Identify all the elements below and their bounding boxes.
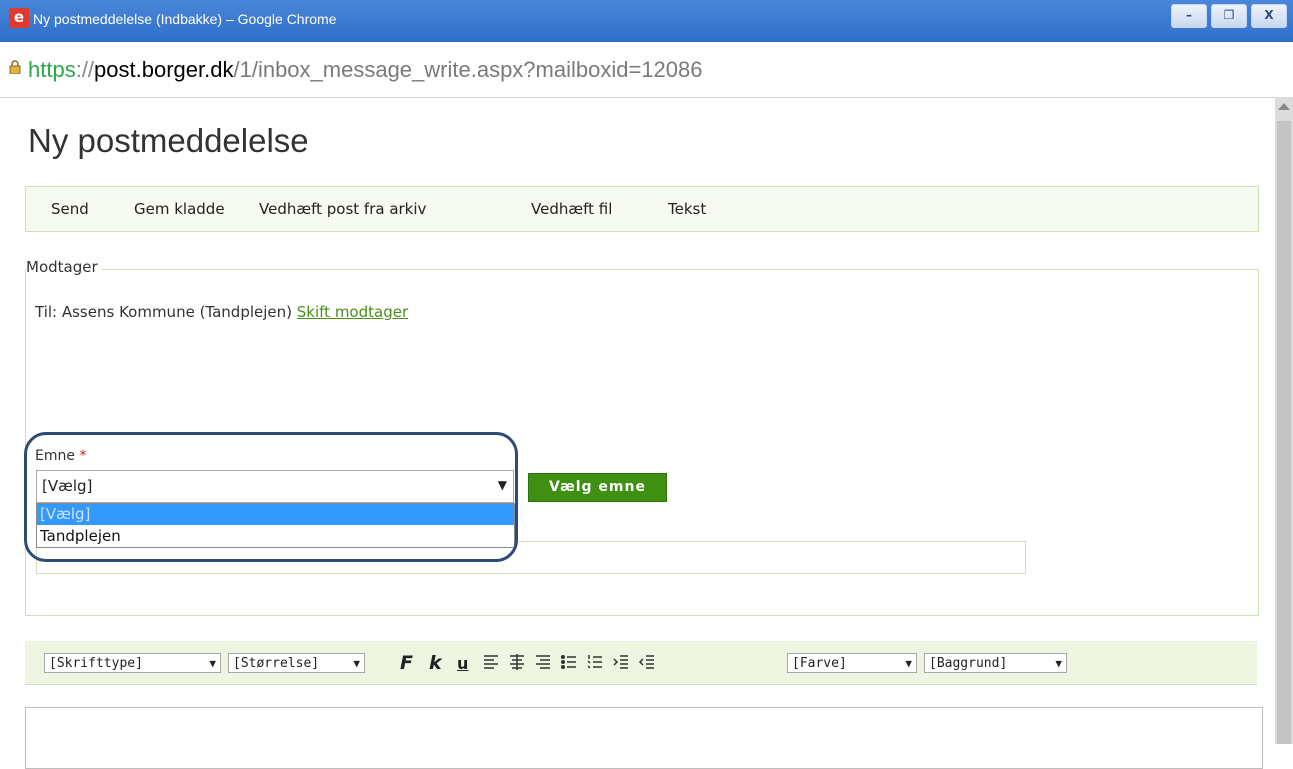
vertical-scrollbar[interactable] (1275, 97, 1293, 744)
underline-button[interactable]: u (457, 654, 468, 673)
send-button[interactable]: Send (51, 200, 89, 218)
align-right-icon (536, 655, 550, 669)
indent-icon (613, 655, 628, 669)
recipient-text: Til: Assens Kommune (Tandplejen) (35, 303, 292, 321)
app-icon: e (9, 8, 29, 28)
message-editor[interactable] (25, 707, 1263, 769)
title-bar: e Ny postmeddelelse (Indbakke) – Google … (0, 0, 1293, 42)
bullet-list-icon (560, 654, 576, 670)
alignment-and-list-icons (484, 654, 654, 670)
scroll-up-icon[interactable] (1278, 103, 1290, 110)
outdent-icon (638, 655, 654, 669)
format-toolbar: [Skrifttype] ▼ [Størrelse] ▼ F k u [Farv… (25, 641, 1257, 685)
attach-file-button[interactable]: Vedhæft fil (531, 200, 612, 218)
page-title: Ny postmeddelelse (28, 122, 309, 159)
url-host: post.borger.dk (94, 57, 234, 82)
bold-button[interactable]: F (400, 652, 413, 674)
color-select-value: [Farve] (792, 656, 847, 671)
lock-icon (9, 60, 21, 74)
background-select-value: [Baggrund] (929, 656, 1008, 671)
minimize-button[interactable]: – (1171, 4, 1207, 28)
chevron-down-icon: ▼ (1055, 657, 1062, 670)
font-select[interactable]: [Skrifttype] ▼ (44, 653, 221, 673)
url-scheme: https (28, 57, 76, 82)
maximize-button[interactable]: ❐ (1211, 4, 1247, 28)
url-text[interactable]: https://post.borger.dk/1/inbox_message_w… (28, 57, 703, 83)
save-draft-button[interactable]: Gem kladde (134, 200, 225, 218)
color-select[interactable]: [Farve] ▼ (787, 653, 917, 673)
highlight-frame (24, 432, 518, 562)
size-select[interactable]: [Størrelse] ▼ (228, 653, 365, 673)
message-toolbar: Send Gem kladde Vedhæft post fra arkiv V… (25, 186, 1259, 232)
chevron-down-icon: ▼ (905, 657, 912, 670)
align-left-icon (484, 655, 498, 669)
chevron-down-icon: ▼ (353, 657, 360, 670)
text-button[interactable]: Tekst (668, 200, 706, 218)
change-recipient-link[interactable]: Skift modtager (297, 303, 408, 321)
chevron-down-icon: ▼ (209, 657, 216, 670)
window-controls: – ❐ X (1171, 4, 1287, 28)
close-button[interactable]: X (1251, 4, 1287, 28)
background-select[interactable]: [Baggrund] ▼ (924, 653, 1067, 673)
italic-button[interactable]: k (429, 652, 442, 674)
url-path: /1/inbox_message_write.aspx?mailboxid=12… (233, 57, 703, 82)
choose-subject-button[interactable]: Vælg emne (528, 473, 667, 502)
recipient-legend: Modtager (26, 258, 102, 276)
size-select-value: [Størrelse] (233, 656, 320, 671)
attach-archive-button[interactable]: Vedhæft post fra arkiv (259, 200, 426, 218)
recipient-line: Til: Assens Kommune (Tandplejen) Skift m… (35, 303, 408, 321)
font-select-value: [Skrifttype] (49, 656, 143, 671)
numbered-list-icon (587, 655, 602, 669)
scrollbar-thumb[interactable] (1277, 121, 1291, 744)
align-center-icon (510, 654, 524, 670)
url-separator: :// (75, 57, 95, 82)
window-title: Ny postmeddelelse (Indbakke) – Google Ch… (33, 11, 337, 27)
